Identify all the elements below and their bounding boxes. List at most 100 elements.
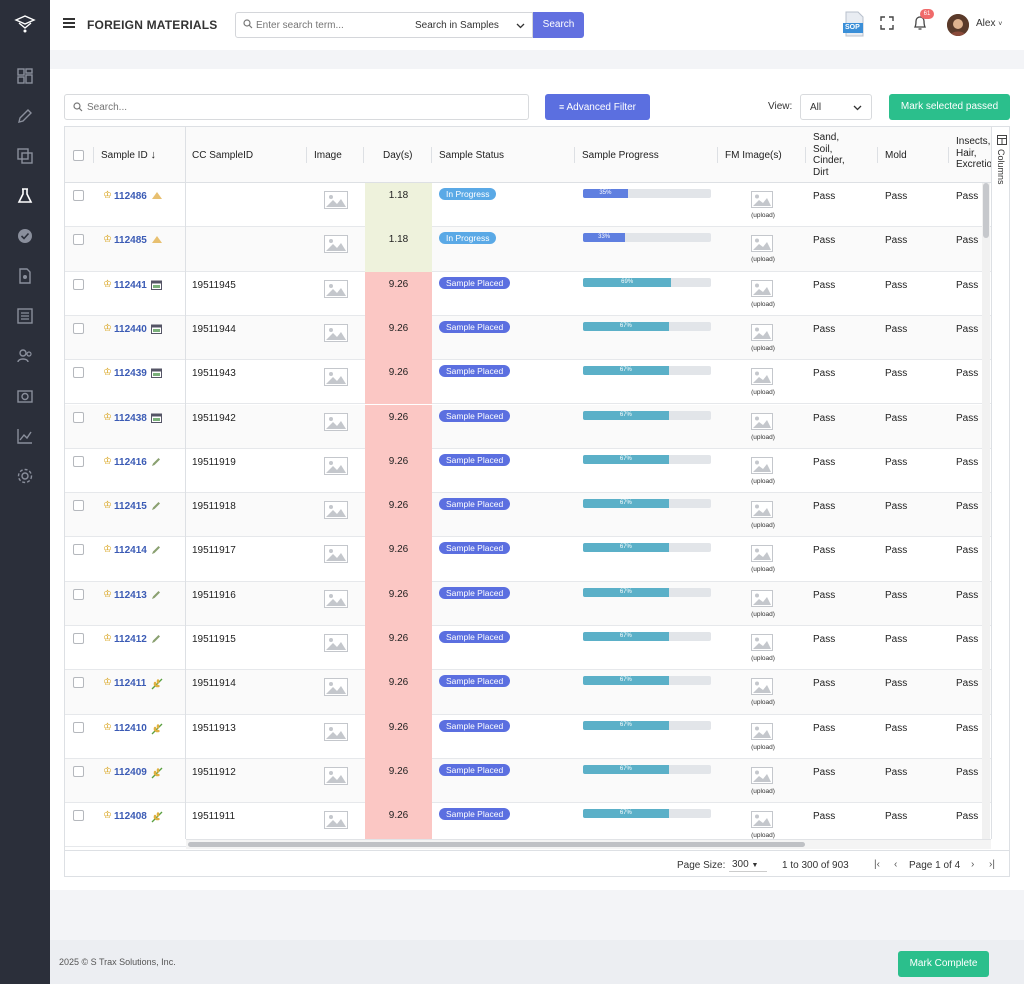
gear-icon[interactable] <box>16 467 34 485</box>
header-sand-soil[interactable]: Sand, Soil, Cinder, Dirt <box>813 127 845 183</box>
upload-link[interactable]: (upload) <box>747 744 779 751</box>
fm-image-placeholder-icon[interactable] <box>751 766 773 787</box>
first-page-icon[interactable]: |‹ <box>874 859 880 870</box>
file-icon[interactable] <box>16 267 34 285</box>
header-sample-progress[interactable]: Sample Progress <box>582 127 659 183</box>
fm-image-placeholder-icon[interactable] <box>751 456 773 477</box>
table-row[interactable]: ♔ 112438 19511942 9.26 Sample Placed 67% (uplo… <box>65 404 991 449</box>
horizontal-scrollbar[interactable] <box>186 839 991 849</box>
table-row[interactable]: ♔ 112440 19511944 9.26 Sample Placed 67% (uplo… <box>65 315 991 361</box>
camera-icon[interactable] <box>16 387 34 405</box>
columns-side-tab[interactable]: Columns <box>991 127 1009 839</box>
image-placeholder-icon[interactable] <box>324 501 348 522</box>
global-search-input[interactable] <box>256 16 401 34</box>
image-placeholder-icon[interactable] <box>324 634 348 655</box>
table-row[interactable]: ♔ 112439 19511943 9.26 Sample Placed 67% (uplo… <box>65 360 991 405</box>
table-row[interactable]: ♔ 112486 1.18 In Progress 35% (upload) Pass Pas… <box>65 183 991 228</box>
fm-image-placeholder-icon[interactable] <box>751 722 773 743</box>
fm-image-placeholder-icon[interactable] <box>751 368 773 388</box>
fm-image-placeholder-icon[interactable] <box>751 323 773 344</box>
mark-complete-button[interactable]: Mark Complete <box>898 951 989 977</box>
fm-image-placeholder-icon[interactable] <box>751 545 773 565</box>
fm-image-placeholder-icon[interactable] <box>751 634 773 654</box>
users-icon[interactable] <box>16 347 34 365</box>
table-row[interactable]: ♔ 112411 19511914 9.26 Sample Placed 67% (uplo… <box>65 670 991 715</box>
table-row[interactable]: ♔ 112410 19511913 9.26 Sample Placed 67% (uplo… <box>65 714 991 759</box>
table-row[interactable]: ♔ 112409 19511912 9.26 Sample Placed 67% (uplo… <box>65 758 991 804</box>
table-row[interactable]: ♔ 112441 19511945 9.26 Sample Placed 69% (uplo… <box>65 271 991 316</box>
scrollbar-thumb[interactable] <box>983 183 989 238</box>
upload-link[interactable]: (upload) <box>747 788 779 795</box>
upload-link[interactable]: (upload) <box>747 345 779 352</box>
fm-image-placeholder-icon[interactable] <box>751 678 773 698</box>
header-fm-images[interactable]: FM Image(s) <box>725 127 782 183</box>
avatar[interactable] <box>947 14 969 36</box>
search-scope-select[interactable]: Search in Samples <box>406 12 533 38</box>
image-placeholder-icon[interactable] <box>324 811 348 832</box>
search-button[interactable]: Search <box>533 12 584 38</box>
user-menu[interactable]: Alex ˅ <box>976 18 1002 29</box>
fm-image-placeholder-icon[interactable] <box>751 412 773 433</box>
pencil-icon[interactable] <box>16 107 34 125</box>
mark-selected-passed-button[interactable]: Mark selected passed <box>889 94 1010 120</box>
table-row[interactable]: ♔ 112415 19511918 9.26 Sample Placed 67% (uplo… <box>65 493 991 538</box>
logo-icon[interactable] <box>14 14 36 34</box>
image-placeholder-icon[interactable] <box>324 412 348 434</box>
scrollbar-thumb[interactable] <box>188 842 805 847</box>
table-row[interactable]: ♔ 112414 19511917 9.26 Sample Placed 67% (uplo… <box>65 537 991 582</box>
upload-link[interactable]: (upload) <box>747 434 779 441</box>
list-icon[interactable] <box>16 307 34 325</box>
menu-icon[interactable] <box>63 18 75 30</box>
header-image[interactable]: Image <box>314 127 342 183</box>
header-sample-status[interactable]: Sample Status <box>439 127 504 183</box>
fm-image-placeholder-icon[interactable] <box>751 589 773 610</box>
upload-link[interactable]: (upload) <box>747 611 779 618</box>
image-placeholder-icon[interactable] <box>324 279 348 301</box>
upload-link[interactable]: (upload) <box>747 389 779 396</box>
image-placeholder-icon[interactable] <box>324 678 348 699</box>
flask-icon[interactable] <box>16 187 34 205</box>
upload-link[interactable]: (upload) <box>747 655 779 662</box>
header-days[interactable]: Day(s) <box>383 127 412 183</box>
table-row[interactable]: ♔ 112416 19511919 9.26 Sample Placed 67% (uplo… <box>65 448 991 494</box>
table-row[interactable]: ♔ 112485 1.18 In Progress 33% (upload) Pass Pas… <box>65 227 991 272</box>
upload-link[interactable]: (upload) <box>747 478 779 485</box>
upload-link[interactable]: (upload) <box>747 301 779 308</box>
next-page-icon[interactable]: › <box>971 859 974 870</box>
upload-link[interactable]: (upload) <box>747 256 779 263</box>
header-mold[interactable]: Mold <box>885 127 907 183</box>
advanced-filter-button[interactable]: ≡ Advanced Filter <box>545 94 650 120</box>
view-select[interactable]: All <box>800 94 872 120</box>
fm-image-placeholder-icon[interactable] <box>751 279 773 300</box>
header-insects-hair[interactable]: Insects,Hair,Excretion <box>956 127 991 183</box>
fm-image-placeholder-icon[interactable] <box>751 501 773 521</box>
upload-link[interactable]: (upload) <box>747 522 779 529</box>
fm-image-placeholder-icon[interactable] <box>751 191 773 211</box>
image-placeholder-icon[interactable] <box>324 722 348 744</box>
image-placeholder-icon[interactable] <box>324 235 348 256</box>
table-row[interactable]: ♔ 112413 19511916 9.26 Sample Placed 67% (uplo… <box>65 581 991 626</box>
header-cc-sample-id[interactable]: CC SampleID <box>192 127 253 183</box>
global-search-field[interactable] <box>235 12 407 38</box>
image-placeholder-icon[interactable] <box>324 589 348 611</box>
copy-icon[interactable] <box>16 147 34 165</box>
image-placeholder-icon[interactable] <box>324 456 348 478</box>
dashboard-icon[interactable] <box>16 67 34 85</box>
upload-link[interactable]: (upload) <box>747 212 779 219</box>
vertical-scrollbar[interactable] <box>982 183 990 839</box>
upload-link[interactable]: (upload) <box>747 699 779 706</box>
image-placeholder-icon[interactable] <box>324 766 348 788</box>
previous-page-icon[interactable]: ‹ <box>894 859 897 870</box>
table-search-field[interactable] <box>64 94 529 120</box>
image-placeholder-icon[interactable] <box>324 545 348 566</box>
table-row[interactable]: ♔ 112412 19511915 9.26 Sample Placed 67% (uplo… <box>65 626 991 671</box>
upload-link[interactable]: (upload) <box>747 566 779 573</box>
last-page-icon[interactable]: ›| <box>989 859 995 870</box>
table-search-input[interactable] <box>87 99 517 116</box>
page-size-select[interactable]: 300 ▼ <box>729 857 767 872</box>
image-placeholder-icon[interactable] <box>324 368 348 389</box>
sop-document-icon[interactable]: SOP <box>842 11 866 37</box>
image-placeholder-icon[interactable] <box>324 323 348 345</box>
fm-image-placeholder-icon[interactable] <box>751 235 773 255</box>
verified-icon[interactable] <box>16 227 34 245</box>
